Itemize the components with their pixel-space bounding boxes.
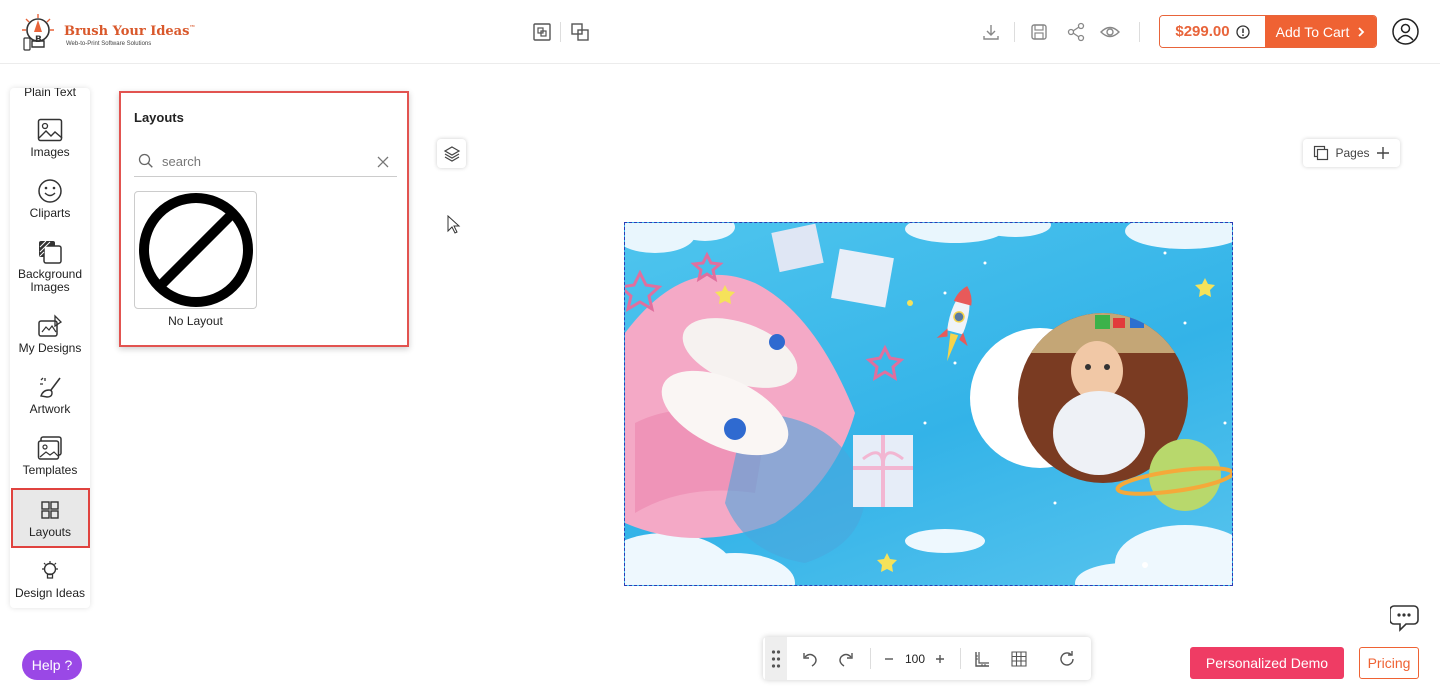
layers-icon [443, 145, 460, 162]
toolbar-divider [870, 648, 871, 669]
layout-search [134, 145, 397, 177]
plus-icon [1376, 147, 1389, 159]
panel-title: Layouts [134, 110, 184, 125]
image-icon [37, 117, 63, 143]
sidebar-item-design-ideas[interactable]: Design Ideas [10, 558, 90, 600]
sidebar-item-cliparts[interactable]: Cliparts [10, 178, 90, 220]
price-cart-group: $299.00 Add To Cart [1159, 15, 1377, 48]
prohibited-icon [138, 193, 253, 307]
search-input[interactable] [162, 151, 362, 171]
template-icon [37, 435, 63, 461]
brand-tagline: Web-to-Print Software Solutions [66, 41, 152, 47]
smiley-icon [37, 178, 63, 204]
close-icon[interactable] [376, 155, 390, 169]
search-icon [138, 153, 153, 168]
background-icon [37, 239, 63, 265]
drag-handle-icon[interactable] [765, 637, 787, 680]
sidebar-item-images[interactable]: Images [10, 117, 90, 159]
help-button[interactable]: Help ? [22, 650, 82, 680]
ruler-icon[interactable] [971, 637, 993, 680]
zoom-out-button[interactable] [880, 637, 898, 680]
canvas-bottom-toolbar: 100 [763, 637, 1091, 680]
sidebar-item-my-designs[interactable]: My Designs [10, 313, 90, 355]
price-value: $299.00 [1175, 23, 1230, 40]
reset-refresh-icon[interactable] [1056, 637, 1078, 680]
sidebar-item-label: Images [30, 145, 70, 159]
sidebar-item-artwork[interactable]: Artwork [10, 374, 90, 416]
lightbulb-icon [37, 558, 63, 584]
sidebar-item-layouts[interactable]: Layouts [10, 497, 90, 539]
top-header: B Brush Your Ideas™ Web-to-Print Softwar… [0, 0, 1440, 64]
svg-text:B: B [35, 35, 42, 45]
zoom-level[interactable]: 100 [901, 637, 929, 680]
pricing-button[interactable]: Pricing [1359, 647, 1419, 679]
toolbar-divider [1014, 22, 1015, 42]
undo-icon[interactable] [799, 637, 821, 680]
info-icon[interactable] [1235, 24, 1250, 39]
sidebar-item-label: Plain Text [24, 88, 76, 99]
canvas-artwork [625, 223, 1232, 585]
chat-icon[interactable] [1390, 602, 1422, 632]
download-icon[interactable] [980, 21, 1002, 43]
sidebar-item-label: Cliparts [29, 206, 71, 220]
sidebar-item-label: Templates [22, 463, 78, 477]
price-display[interactable]: $299.00 [1160, 16, 1265, 47]
zoom-in-button[interactable] [931, 637, 949, 680]
design-canvas[interactable] [624, 222, 1233, 586]
grid-icon [37, 497, 63, 523]
layouts-panel: Layouts No Layout [119, 91, 409, 347]
pages-label: Pages [1335, 146, 1370, 160]
chevron-right-icon [1358, 26, 1365, 37]
toolbar-divider [1139, 22, 1140, 42]
sidebar-item-label: Design Ideas [14, 586, 86, 600]
add-to-cart-button[interactable]: Add To Cart [1265, 16, 1376, 47]
redo-icon[interactable] [835, 637, 857, 680]
brand-logo[interactable]: B Brush Your Ideas™ Web-to-Print Softwar… [18, 12, 195, 54]
pages-button[interactable]: Pages [1303, 139, 1400, 167]
sidebar-item-plain-text[interactable]: Plain Text [10, 88, 90, 99]
personalized-demo-button[interactable]: Personalized Demo [1190, 647, 1344, 679]
sidebar-item-templates[interactable]: Templates [10, 435, 90, 477]
plus-icon [936, 654, 944, 663]
artwork-icon [37, 374, 63, 400]
mouse-pointer-icon [447, 215, 461, 234]
brand-name: Brush Your Ideas™ [64, 24, 196, 39]
sidebar-item-label: Artwork [29, 402, 71, 416]
sidebar-item-label: My Designs [18, 341, 82, 355]
sidebar-item-label: Background Images [17, 267, 83, 294]
save-icon[interactable] [1028, 21, 1050, 43]
add-to-cart-label: Add To Cart [1275, 23, 1350, 40]
lightbulb-brush-logo-icon: B [22, 14, 54, 51]
group-icon[interactable] [531, 21, 553, 43]
minus-icon [885, 657, 893, 660]
layers-button[interactable] [437, 139, 466, 168]
toolbar-divider [960, 648, 961, 669]
sidebar-item-label: Layouts [28, 525, 72, 539]
grid-toggle-icon[interactable] [1008, 637, 1030, 680]
toolbar-divider [560, 22, 561, 42]
pages-icon [1314, 145, 1329, 161]
share-icon[interactable] [1065, 21, 1087, 43]
layout-item-no-layout[interactable] [134, 191, 257, 309]
layout-item-label: No Layout [168, 314, 223, 328]
preview-eye-icon[interactable] [1099, 21, 1121, 43]
user-avatar-icon[interactable] [1392, 18, 1419, 45]
sidebar-item-background-images[interactable]: Background Images [10, 239, 90, 294]
ungroup-icon[interactable] [569, 21, 591, 43]
my-designs-icon [37, 313, 63, 339]
